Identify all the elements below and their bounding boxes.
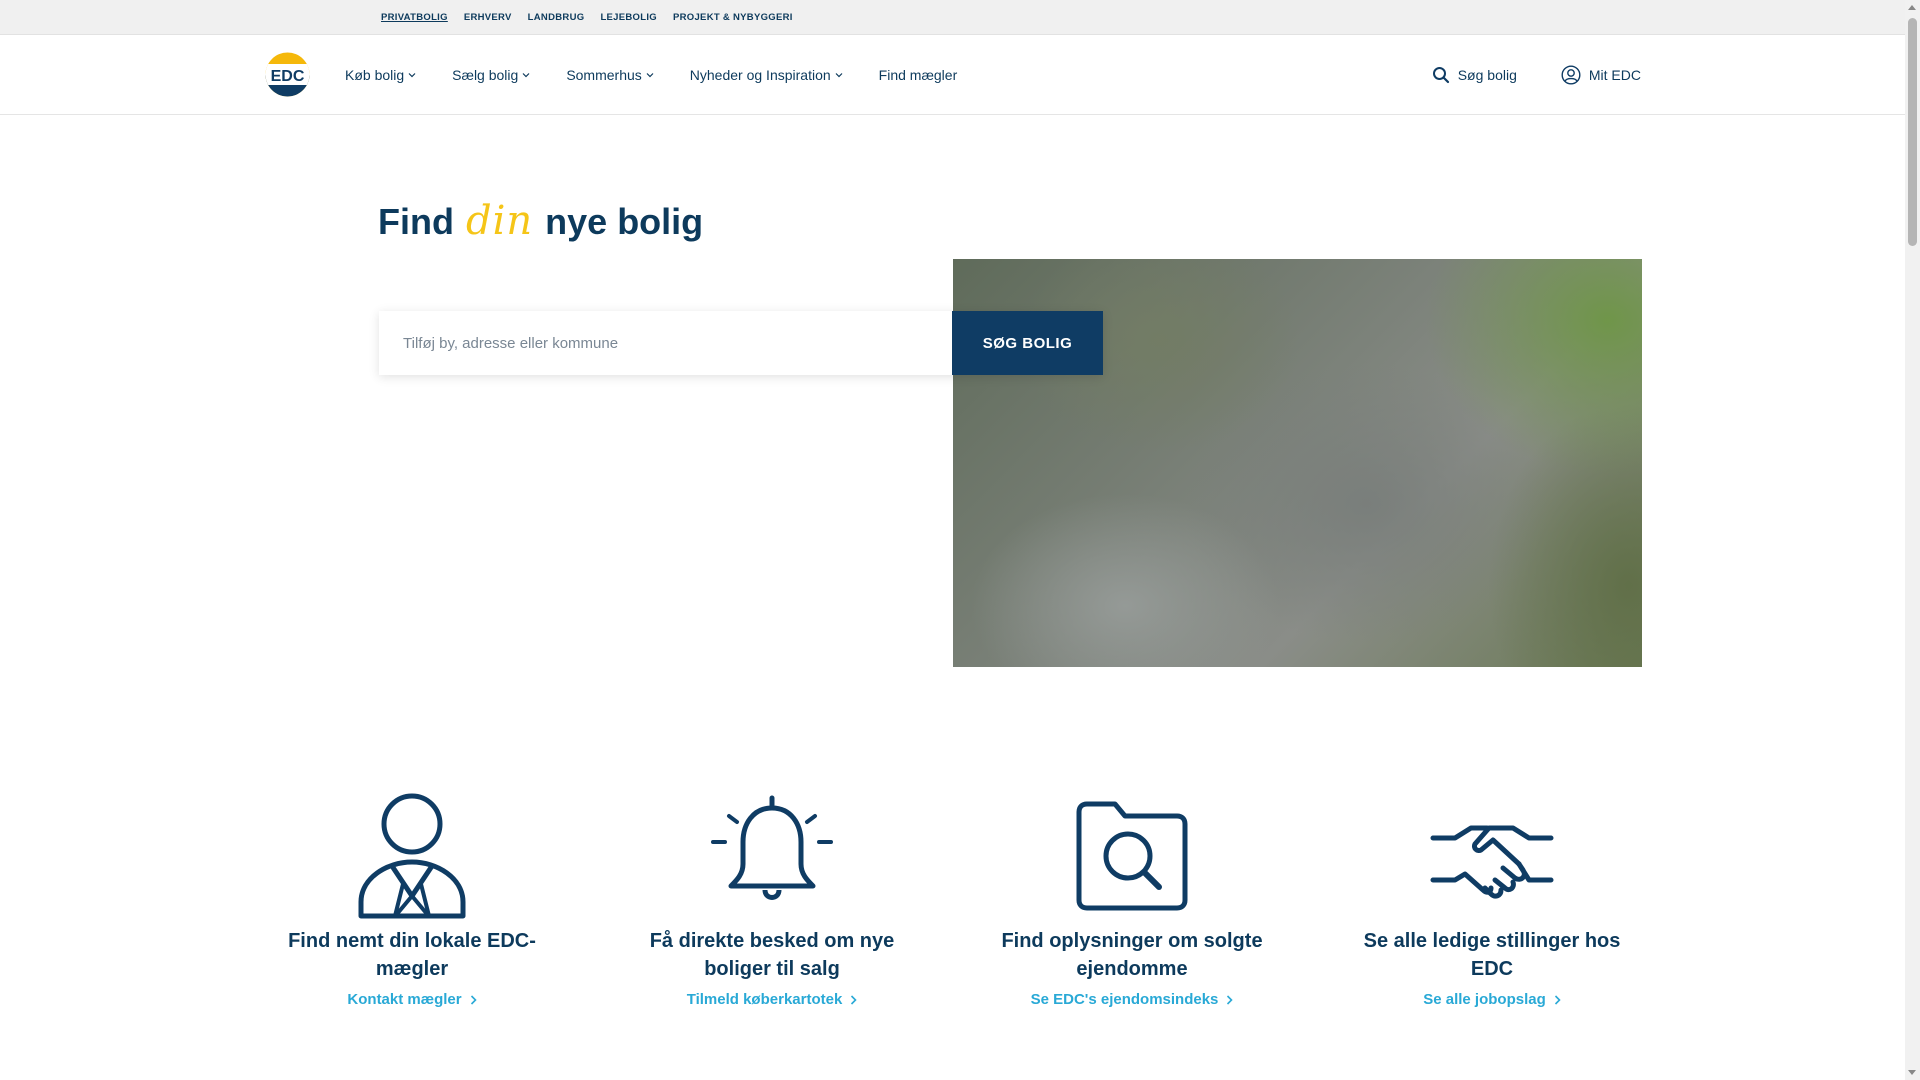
feature-jobs: Se alle ledige stillinger hos EDC Se all… bbox=[1352, 790, 1632, 1009]
main-navigation: EDC Køb bolig Sælg bolig Sommerhus Nyhed… bbox=[0, 35, 1905, 115]
property-index-link[interactable]: Se EDC's ejendomsindeks bbox=[1031, 991, 1234, 1008]
nav-menu: Køb bolig Sælg bolig Sommerhus Nyheder o… bbox=[345, 35, 957, 114]
segment-link-erhverv[interactable]: ERHVERV bbox=[464, 12, 512, 23]
chevron-right-icon bbox=[470, 994, 477, 1005]
hero-title-before: Find bbox=[378, 201, 454, 242]
search-housing-link[interactable]: Søg bolig bbox=[1432, 66, 1517, 84]
my-edc-link[interactable]: Mit EDC bbox=[1561, 64, 1641, 85]
edc-logo[interactable]: EDC bbox=[265, 52, 310, 97]
feature-link-label: Se EDC's ejendomsindeks bbox=[1030, 991, 1219, 1008]
page-scrollbar[interactable] bbox=[1905, 0, 1920, 1080]
feature-title: Find oplysninger om solgte ejendomme bbox=[1001, 930, 1263, 980]
chevron-right-icon bbox=[851, 994, 857, 1005]
hero-title-script: din bbox=[465, 198, 534, 244]
feature-title: Få direkte besked om nye boliger til sal… bbox=[649, 930, 895, 980]
segment-link-privatbolig[interactable]: PRIVATBOLIG bbox=[381, 12, 448, 23]
buyer-register-link[interactable]: Tilmeld køberkartotek bbox=[687, 991, 858, 1008]
scrollbar-thumb[interactable] bbox=[1908, 18, 1917, 246]
search-input[interactable] bbox=[379, 311, 952, 375]
chevron-right-icon bbox=[1227, 994, 1234, 1005]
search-button[interactable]: SØG BOLIG bbox=[952, 311, 1103, 375]
user-circle-icon bbox=[1561, 64, 1581, 85]
feature-link-label: Kontakt mægler bbox=[347, 991, 462, 1008]
job-listings-link[interactable]: Se alle jobopslag bbox=[1423, 991, 1561, 1008]
feature-title: Find nemt din lokale EDC-mægler bbox=[288, 930, 536, 980]
segment-links: PRIVATBOLIG ERHVERV LANDBRUG LEJEBOLIG P… bbox=[381, 0, 793, 34]
nav-item-label: Find mægler bbox=[878, 66, 958, 83]
top-utility-bar: PRIVATBOLIG ERHVERV LANDBRUG LEJEBOLIG P… bbox=[0, 0, 1905, 35]
nav-item-label: Sommerhus bbox=[566, 66, 642, 83]
feature-sold-properties: Find oplysninger om solgte ejendomme Se … bbox=[992, 790, 1272, 1009]
nav-item-label: Køb bolig bbox=[345, 66, 405, 83]
housing-search: SØG BOLIG bbox=[379, 311, 1103, 375]
logo-text: EDC bbox=[271, 68, 305, 85]
nav-item-label: Nyheder og Inspiration bbox=[689, 66, 831, 83]
my-edc-label: Mit EDC bbox=[1588, 66, 1641, 83]
nav-item-find-maegler[interactable]: Find mægler bbox=[879, 67, 958, 83]
nav-actions: Søg bolig Mit EDC bbox=[1432, 35, 1641, 114]
edc-logo-icon: EDC bbox=[265, 52, 310, 97]
feature-link-label: Tilmeld køberkartotek bbox=[686, 991, 843, 1008]
feature-agent: Find nemt din lokale EDC-mægler Kontakt … bbox=[272, 790, 552, 1009]
feature-title: Se alle ledige stillinger hos EDC bbox=[1363, 930, 1621, 980]
folder-search-icon bbox=[1076, 801, 1188, 911]
nav-item-sommerhus[interactable]: Sommerhus bbox=[566, 66, 654, 83]
nav-item-label: Sælg bolig bbox=[452, 66, 519, 83]
hero-title: Find din nye bolig bbox=[378, 198, 703, 244]
segment-link-landbrug[interactable]: LANDBRUG bbox=[528, 12, 585, 23]
chevron-down-icon bbox=[522, 72, 530, 77]
scroll-down-arrow-icon[interactable] bbox=[1908, 1070, 1916, 1075]
scroll-up-arrow-icon[interactable] bbox=[1908, 5, 1916, 10]
nav-item-kob-bolig[interactable]: Køb bolig bbox=[345, 67, 416, 83]
bell-icon bbox=[711, 795, 833, 900]
chevron-down-icon bbox=[646, 72, 654, 77]
chevron-down-icon bbox=[835, 72, 843, 77]
search-icon bbox=[1432, 66, 1449, 83]
chevron-down-icon bbox=[408, 72, 416, 77]
chevron-right-icon bbox=[1554, 994, 1561, 1005]
handshake-icon bbox=[1430, 825, 1554, 899]
segment-link-lejebolig[interactable]: LEJEBOLIG bbox=[600, 12, 657, 23]
search-housing-label: Søg bolig bbox=[1457, 66, 1517, 83]
agent-icon bbox=[358, 793, 466, 919]
feature-notifications: Få direkte besked om nye boliger til sal… bbox=[632, 790, 912, 1009]
segment-link-projekt[interactable]: PROJEKT & NYBYGGERI bbox=[673, 12, 793, 23]
contact-agent-link[interactable]: Kontakt mægler bbox=[347, 991, 477, 1008]
feature-link-label: Se alle jobopslag bbox=[1423, 991, 1546, 1008]
hero-title-after: nye bolig bbox=[545, 201, 704, 242]
nav-item-nyheder[interactable]: Nyheder og Inspiration bbox=[690, 67, 843, 83]
nav-item-saelg-bolig[interactable]: Sælg bolig bbox=[452, 67, 530, 83]
